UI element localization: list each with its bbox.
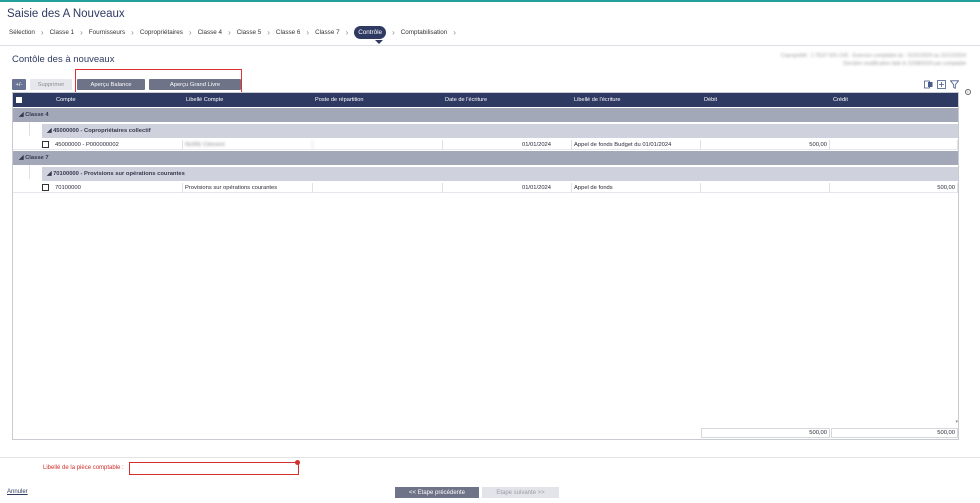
subgroup-row[interactable]: ◢ 45000000 - Copropriétaires collectif — [42, 124, 958, 138]
chevron-right-icon: › — [345, 28, 349, 37]
cell-poste — [313, 183, 443, 193]
chevron-right-icon: › — [80, 28, 83, 37]
chevron-right-icon: › — [267, 28, 270, 37]
step-controle[interactable]: Contrôle › — [354, 24, 400, 41]
piece-input[interactable] — [129, 462, 299, 475]
filter-icon[interactable] — [950, 80, 959, 89]
table-row[interactable]: 45000000 - P000000002 NURE Clément 01/01… — [13, 140, 958, 150]
indent-line — [29, 122, 30, 136]
last-modified-info: Dernière modification faite le 22/08/202… — [843, 61, 966, 67]
preview-balance-button[interactable]: Aperçu Balance — [77, 79, 145, 90]
chevron-right-icon: › — [228, 28, 231, 37]
cancel-link[interactable]: Annuler — [7, 489, 28, 495]
data-grid: Compte Libellé Compte Poste de répartiti… — [12, 92, 959, 440]
cell-libelle-ecriture: Appel de fonds Budget du 01/01/2024 — [572, 140, 701, 150]
step-classe-7[interactable]: Classe 7 › — [315, 24, 354, 41]
table-row[interactable]: 70100000 Provisions sur opérations coura… — [13, 183, 958, 193]
step-fournisseurs[interactable]: Fournisseurs › — [89, 24, 140, 41]
cell-date: 01/01/2024 — [443, 140, 572, 150]
previous-step-button[interactable]: << Etape précédente — [395, 487, 479, 498]
piece-label: Libellé de la pièce comptable : — [43, 465, 124, 471]
col-poste[interactable]: Poste de répartition — [315, 93, 364, 107]
expand-collapse-button[interactable]: +/- — [12, 79, 26, 90]
total-credit: 500,00 — [831, 428, 958, 438]
preview-grand-livre-button[interactable]: Aperçu Grand Livre — [149, 79, 241, 90]
step-classe-4[interactable]: Classe 4 › — [198, 24, 237, 41]
step-classe-5[interactable]: Classe 5 › — [237, 24, 276, 41]
chevron-right-icon: › — [453, 28, 456, 37]
step-classe-1[interactable]: Classe 1 › — [50, 24, 89, 41]
scroll-down-icon[interactable]: ▾ — [955, 419, 958, 425]
step-label: Classe 6 — [275, 29, 301, 36]
divider — [0, 45, 980, 46]
page-title: Contôle des à nouveaux — [12, 54, 115, 65]
step-label: Fournisseurs — [88, 29, 126, 36]
app-title: Saisie des A Nouveaux — [7, 8, 125, 20]
col-date[interactable]: Date de l'écriture — [445, 93, 487, 107]
context-info: Copropriété : 1 TEST EN LIVE - Exercice … — [780, 53, 966, 59]
col-credit[interactable]: Crédit — [833, 93, 848, 107]
add-column-icon[interactable] — [937, 80, 946, 89]
next-step-button[interactable]: Etape suivante >> — [482, 487, 559, 498]
step-label: Copropriétaires — [139, 29, 183, 36]
step-label: Classe 1 — [49, 29, 75, 36]
group-label: Classe 7 — [25, 155, 49, 161]
chevron-right-icon: › — [392, 28, 395, 37]
required-icon — [295, 460, 300, 465]
group-label: Classe 4 — [25, 112, 49, 118]
col-libelle-ecriture[interactable]: Libellé de l'écriture — [574, 93, 620, 107]
cell-compte: 45000000 - P000000002 — [53, 140, 183, 150]
step-label: Classe 5 — [236, 29, 262, 36]
subgroup-label: 70100000 - Provisions sur opérations cou… — [53, 171, 185, 177]
cell-poste — [313, 140, 443, 150]
step-selection[interactable]: Sélection › — [9, 24, 50, 41]
cell-debit: 500,00 — [701, 140, 830, 150]
cell-debit — [701, 183, 830, 193]
select-all-checkbox[interactable] — [16, 97, 22, 103]
cell-compte: 70100000 — [53, 183, 183, 193]
grid-header: Compte Libellé Compte Poste de répartiti… — [13, 93, 958, 107]
step-label: Classe 7 — [315, 29, 340, 36]
divider — [0, 457, 980, 458]
step-label: Comptabilisation — [400, 29, 448, 36]
subgroup-row[interactable]: ◢ 70100000 - Provisions sur opérations c… — [42, 167, 958, 181]
step-coproprietaires[interactable]: Copropriétaires › — [140, 24, 198, 41]
grid-actions — [924, 80, 959, 89]
active-step-pointer — [375, 40, 383, 44]
wizard-steps: Sélection › Classe 1 › Fournisseurs › Copro… — [0, 24, 980, 41]
cell-credit — [830, 140, 958, 150]
subgroup-label: 45000000 - Copropriétaires collectif — [53, 128, 151, 134]
cell-libelle-ecriture: Appel de fonds — [572, 183, 701, 193]
cell-date: 01/01/2024 — [443, 183, 572, 193]
step-label: Classe 4 — [197, 29, 223, 36]
export-excel-icon[interactable] — [924, 80, 933, 89]
step-classe-6[interactable]: Classe 6 › — [276, 24, 315, 41]
delete-button[interactable]: Supprimer — [30, 79, 72, 90]
cell-credit: 500,00 — [830, 183, 958, 193]
indent-line — [29, 165, 30, 179]
row-checkbox[interactable] — [42, 141, 49, 148]
cell-libelle-compte: NURE Clément — [183, 140, 313, 150]
step-label: Sélection — [9, 29, 35, 36]
step-comptabilisation[interactable]: Comptabilisation › — [401, 24, 462, 41]
total-debit: 500,00 — [701, 428, 830, 438]
chevron-right-icon: › — [40, 28, 44, 37]
chevron-right-icon: › — [188, 28, 192, 37]
grid-toolbar: +/- Supprimer Aperçu Balance Aperçu Gran… — [12, 79, 241, 90]
col-compte[interactable]: Compte — [56, 93, 76, 107]
cell-libelle-compte: Provisions sur opérations courantes — [183, 183, 313, 193]
group-row[interactable]: ◢ Classe 4 — [13, 108, 958, 122]
col-libelle-compte[interactable]: Libellé Compte — [186, 93, 223, 107]
accent-line — [0, 0, 980, 2]
group-row[interactable]: ◢ Classe 7 — [13, 151, 958, 165]
chevron-right-icon: › — [131, 28, 134, 37]
row-checkbox[interactable] — [42, 184, 49, 191]
info-icon[interactable]: i — [965, 89, 971, 95]
chevron-right-icon: › — [306, 28, 310, 37]
col-debit[interactable]: Débit — [704, 93, 717, 107]
step-label: Contrôle — [354, 26, 387, 39]
